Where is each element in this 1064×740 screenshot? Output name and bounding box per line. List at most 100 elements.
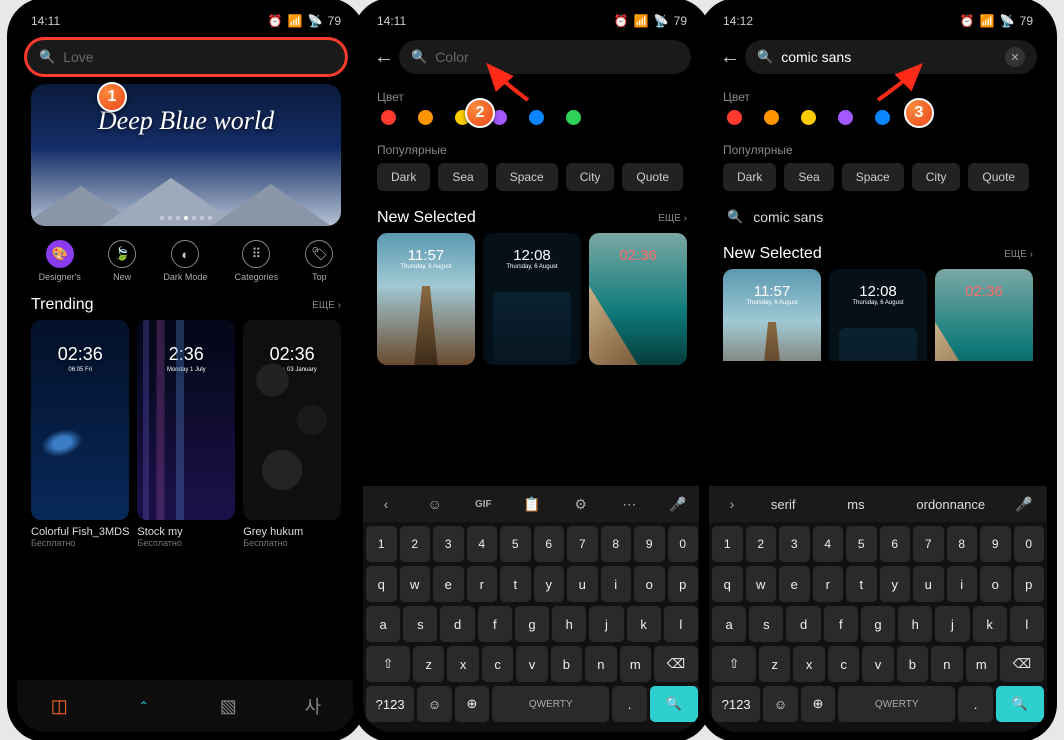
key-o[interactable]: o [980, 566, 1011, 602]
key-k[interactable]: k [627, 606, 661, 642]
theme-card[interactable]: 02:3606:05 Fri Colorful Fish_3MDS Беспла… [31, 320, 129, 548]
key-g[interactable]: g [515, 606, 549, 642]
key-2[interactable]: 2 [400, 526, 431, 562]
search-bar[interactable]: 🔍 [27, 40, 345, 74]
kb-suggestion[interactable]: serif [771, 497, 796, 512]
cat-categories[interactable]: ⠿Categories [235, 240, 279, 282]
key-l[interactable]: l [1010, 606, 1044, 642]
key-i[interactable]: i [601, 566, 632, 602]
kb-sticker-icon[interactable]: ☺ [422, 496, 448, 512]
key-space[interactable]: QWERTY [838, 686, 955, 722]
key-q[interactable]: q [712, 566, 743, 602]
key-4[interactable]: 4 [467, 526, 498, 562]
cat-top[interactable]: 🏷Top [305, 240, 333, 282]
cat-designers[interactable]: 🎨Designer's [39, 240, 81, 282]
key-b[interactable]: b [897, 646, 928, 682]
key-4[interactable]: 4 [813, 526, 844, 562]
search-input[interactable] [63, 49, 333, 65]
color-dot[interactable] [381, 110, 396, 125]
tag-chip[interactable]: Sea [784, 163, 833, 191]
kb-collapse-icon[interactable]: ‹ [373, 496, 399, 512]
back-button[interactable]: ← [369, 46, 399, 69]
key-search[interactable]: 🔍 [996, 686, 1044, 722]
theme-card[interactable]: 02:36Friday, 03 January Grey hukum Беспл… [243, 320, 341, 548]
clear-button[interactable]: ✕ [1005, 47, 1025, 67]
key-z[interactable]: z [759, 646, 790, 682]
kb-gif-icon[interactable]: GIF [470, 499, 496, 510]
key-globe[interactable]: ⊕ [455, 686, 489, 722]
color-dot[interactable] [566, 110, 581, 125]
key-v[interactable]: v [862, 646, 893, 682]
key-emoji[interactable]: ☺ [417, 686, 451, 722]
key-globe[interactable]: ⊕ [801, 686, 835, 722]
color-dot[interactable] [492, 110, 507, 125]
key-9[interactable]: 9 [980, 526, 1011, 562]
key-symbols[interactable]: ?123 [366, 686, 414, 722]
key-a[interactable]: a [712, 606, 746, 642]
key-b[interactable]: b [551, 646, 582, 682]
theme-card[interactable]: 12:08Thursday, 6 August [483, 233, 581, 365]
theme-card[interactable]: 02:36 [935, 269, 1033, 361]
key-3[interactable]: 3 [433, 526, 464, 562]
key-2[interactable]: 2 [746, 526, 777, 562]
nav-arrow-icon[interactable]: ⌃ [131, 693, 157, 719]
tag-chip[interactable]: Quote [968, 163, 1029, 191]
color-dot[interactable] [418, 110, 433, 125]
tag-chip[interactable]: City [912, 163, 961, 191]
key-period[interactable]: . [958, 686, 992, 722]
tag-chip[interactable]: City [566, 163, 615, 191]
nav-home-icon[interactable]: ◫ [46, 693, 72, 719]
key-space[interactable]: QWERTY [492, 686, 609, 722]
theme-card[interactable]: 11:57Thursday, 6 August [723, 269, 821, 361]
kb-more-icon[interactable]: ⋯ [616, 496, 642, 513]
key-6[interactable]: 6 [880, 526, 911, 562]
key-x[interactable]: x [447, 646, 478, 682]
key-backspace[interactable]: ⌫ [654, 646, 698, 682]
color-dot[interactable] [912, 110, 927, 125]
kb-mic-icon[interactable]: 🎤 [665, 496, 691, 513]
tag-chip[interactable]: Dark [377, 163, 430, 191]
key-p[interactable]: p [1014, 566, 1045, 602]
key-5[interactable]: 5 [846, 526, 877, 562]
kb-suggestion[interactable]: ordonnance [916, 497, 985, 512]
key-a[interactable]: a [366, 606, 400, 642]
more-link[interactable]: ЕЩЕ › [658, 213, 687, 224]
kb-settings-icon[interactable]: ⚙ [568, 496, 594, 513]
key-1[interactable]: 1 [712, 526, 743, 562]
key-1[interactable]: 1 [366, 526, 397, 562]
key-u[interactable]: u [913, 566, 944, 602]
key-5[interactable]: 5 [500, 526, 531, 562]
key-c[interactable]: c [828, 646, 859, 682]
key-e[interactable]: e [779, 566, 810, 602]
key-search[interactable]: 🔍 [650, 686, 698, 722]
tag-chip[interactable]: Sea [438, 163, 487, 191]
key-o[interactable]: o [634, 566, 665, 602]
key-6[interactable]: 6 [534, 526, 565, 562]
key-w[interactable]: w [400, 566, 431, 602]
key-symbols[interactable]: ?123 [712, 686, 760, 722]
key-j[interactable]: j [589, 606, 623, 642]
cat-dark[interactable]: ◐Dark Mode [163, 240, 207, 282]
theme-card[interactable]: 02:36 [589, 233, 687, 365]
tag-chip[interactable]: Quote [622, 163, 683, 191]
search-input[interactable] [435, 49, 679, 65]
key-k[interactable]: k [973, 606, 1007, 642]
kb-clipboard-icon[interactable]: 📋 [519, 496, 545, 513]
key-s[interactable]: s [403, 606, 437, 642]
nav-wallpaper-icon[interactable]: ▧ [215, 693, 241, 719]
color-dot[interactable] [455, 110, 470, 125]
search-bar[interactable]: 🔍 [399, 40, 691, 74]
trending-more[interactable]: ЕЩЕ › [312, 300, 341, 311]
key-w[interactable]: w [746, 566, 777, 602]
key-q[interactable]: q [366, 566, 397, 602]
kb-expand-icon[interactable]: › [719, 496, 745, 512]
key-e[interactable]: e [433, 566, 464, 602]
kb-suggestion[interactable]: ms [847, 497, 864, 512]
tag-chip[interactable]: Space [496, 163, 558, 191]
key-m[interactable]: m [966, 646, 997, 682]
theme-card[interactable]: 2:36Monday 1 July Stock my Бесплатно [137, 320, 235, 548]
hero-banner[interactable]: Deep Blue world [31, 84, 341, 226]
key-i[interactable]: i [947, 566, 978, 602]
key-f[interactable]: f [478, 606, 512, 642]
search-suggestion[interactable]: 🔍 comic sans [709, 199, 1047, 235]
